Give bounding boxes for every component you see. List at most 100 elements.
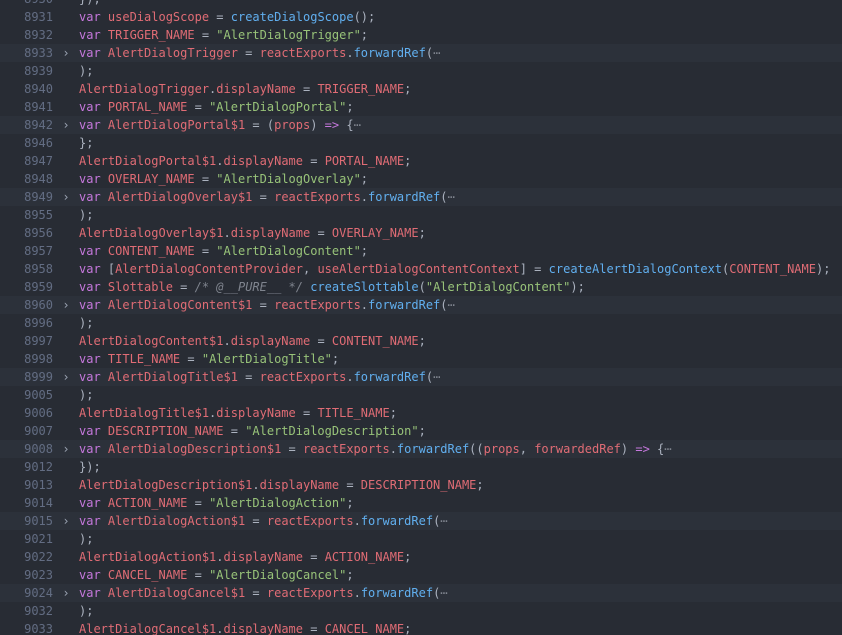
code-token: TRIGGER_NAME xyxy=(107,28,195,42)
code-line[interactable]: 8958 var [AlertDialogContentProvider, use… xyxy=(0,260,842,278)
code-line[interactable]: 8998 var TITLE_NAME = "AlertDialogTitle"; xyxy=(0,350,842,368)
code-line[interactable]: 9005); xyxy=(0,386,842,404)
code-token: = xyxy=(237,370,260,384)
code-line[interactable]: 8942 › var AlertDialogPortal$1 = (props) =… xyxy=(0,116,842,134)
code-token: AlertDialogContent$1 xyxy=(107,298,253,312)
line-number: 8941 xyxy=(24,100,53,114)
code-token: PORTAL_NAME xyxy=(324,154,405,168)
code-token: }); xyxy=(79,0,101,6)
code-text: AlertDialogCancel$1.displayName = CANCEL… xyxy=(79,620,411,635)
chevron-right-icon[interactable]: › xyxy=(60,368,72,386)
code-line[interactable]: 9022 AlertDialogAction$1.displayName = AC… xyxy=(0,548,842,566)
code-line[interactable]: 8932 var TRIGGER_NAME = "AlertDialogTrigg… xyxy=(0,26,842,44)
code-token: ); xyxy=(79,316,94,330)
code-text: var AlertDialogOverlay$1 = reactExports.… xyxy=(79,188,455,206)
code-token: useAlertDialogContentContext xyxy=(317,262,520,276)
code-line[interactable]: 9023 var CANCEL_NAME = "AlertDialogCancel… xyxy=(0,566,842,584)
code-text: AlertDialogOverlay$1.displayName = OVERL… xyxy=(79,224,426,242)
code-token: "AlertDialogCancel" xyxy=(209,568,347,582)
code-text: }; xyxy=(79,134,93,152)
chevron-right-icon[interactable]: › xyxy=(60,440,72,458)
code-line[interactable]: 8946}; xyxy=(0,134,842,152)
code-line[interactable]: 9008 › var AlertDialogDescription$1 = reac… xyxy=(0,440,842,458)
code-line[interactable]: 8940 AlertDialogTrigger.displayName = TRI… xyxy=(0,80,842,98)
code-token: . xyxy=(389,442,397,456)
chevron-right-icon[interactable]: › xyxy=(60,44,72,62)
chevron-right-icon[interactable]: › xyxy=(60,296,72,314)
code-line[interactable]: 8933 › var AlertDialogTrigger = reactExpor… xyxy=(0,44,842,62)
fold-ellipsis[interactable]: ⋯ xyxy=(664,442,671,456)
code-line[interactable]: 8941 var PORTAL_NAME = "AlertDialogPortal… xyxy=(0,98,842,116)
code-token: (( xyxy=(469,442,484,456)
code-token: . xyxy=(223,226,231,240)
code-token: props xyxy=(274,118,311,132)
code-line[interactable]: 9021); xyxy=(0,530,842,548)
code-token: ACTION_NAME xyxy=(324,550,405,564)
code-token: AlertDialogCancel$1 xyxy=(107,586,246,600)
chevron-right-icon[interactable]: › xyxy=(60,584,72,602)
fold-ellipsis[interactable]: ⋯ xyxy=(433,46,440,60)
code-token: Slottable xyxy=(107,280,173,294)
code-line[interactable]: 8959 var Slottable = /* @__PURE__ */ crea… xyxy=(0,278,842,296)
code-token: = xyxy=(209,10,231,24)
code-line[interactable]: 9012}); xyxy=(0,458,842,476)
code-text: var OVERLAY_NAME = "AlertDialogOverlay"; xyxy=(79,170,368,188)
code-text: var AlertDialogTitle$1 = reactExports.fo… xyxy=(79,368,440,386)
code-line[interactable]: 8960 › var AlertDialogContent$1 = reactExp… xyxy=(0,296,842,314)
code-line[interactable]: 8957 var CONTENT_NAME = "AlertDialogConte… xyxy=(0,242,842,260)
code-token: props xyxy=(483,442,520,456)
code-token: AlertDialogTrigger xyxy=(79,82,210,96)
code-token: = xyxy=(194,172,217,186)
line-number: 9006 xyxy=(24,406,53,420)
line-number: 8960 xyxy=(24,298,53,312)
code-token: = xyxy=(295,82,318,96)
code-token: var xyxy=(79,46,108,60)
code-line[interactable]: 8931 var useDialogScope = createDialogSco… xyxy=(0,8,842,26)
code-token: reactExports xyxy=(259,370,347,384)
code-line[interactable]: 8930}); xyxy=(0,0,842,8)
code-line[interactable]: 8956 AlertDialogOverlay$1.displayName = O… xyxy=(0,224,842,242)
code-token: ; xyxy=(404,154,412,168)
code-token: var xyxy=(79,244,108,258)
code-line[interactable]: 9024 › var AlertDialogCancel$1 = reactExpo… xyxy=(0,584,842,602)
code-line[interactable]: 9033 AlertDialogCancel$1.displayName = CA… xyxy=(0,620,842,635)
fold-ellipsis[interactable]: ⋯ xyxy=(433,370,440,384)
line-number: 8956 xyxy=(24,226,53,240)
code-line[interactable]: 8947 AlertDialogPortal$1.displayName = PO… xyxy=(0,152,842,170)
code-token: var xyxy=(79,100,108,114)
code-token: ; xyxy=(476,478,484,492)
code-line[interactable]: 9032); xyxy=(0,602,842,620)
fold-ellipsis[interactable]: ⋯ xyxy=(448,298,455,312)
code-line[interactable]: 9007 var DESCRIPTION_NAME = "AlertDialogD… xyxy=(0,422,842,440)
line-number: 9008 xyxy=(24,442,53,456)
fold-ellipsis[interactable]: ⋯ xyxy=(440,514,447,528)
chevron-right-icon[interactable]: › xyxy=(60,116,72,134)
code-line[interactable]: 9014 var ACTION_NAME = "AlertDialogAction… xyxy=(0,494,842,512)
code-line[interactable]: 8949 › var AlertDialogOverlay$1 = reactExp… xyxy=(0,188,842,206)
code-line[interactable]: 8997 AlertDialogContent$1.displayName = C… xyxy=(0,332,842,350)
fold-ellipsis[interactable]: ⋯ xyxy=(448,190,455,204)
code-token: AlertDialogContent$1 xyxy=(79,334,224,348)
fold-ellipsis[interactable]: ⋯ xyxy=(440,586,447,600)
code-line[interactable]: 9015 › var AlertDialogAction$1 = reactExpo… xyxy=(0,512,842,530)
code-token: AlertDialogAction$1 xyxy=(79,550,217,564)
code-line[interactable]: 8996); xyxy=(0,314,842,332)
fold-ellipsis[interactable]: ⋯ xyxy=(354,118,361,132)
code-token: = xyxy=(237,46,260,60)
code-line[interactable]: 8999 › var AlertDialogTitle$1 = reactExpor… xyxy=(0,368,842,386)
code-text: AlertDialogTrigger.displayName = TRIGGER… xyxy=(79,80,411,98)
code-line[interactable]: 9013 AlertDialogDescription$1.displayName… xyxy=(0,476,842,494)
code-editor[interactable]: 8930}); 8931 var useDialogScope = createDi… xyxy=(0,0,842,635)
chevron-right-icon[interactable]: › xyxy=(60,512,72,530)
code-line[interactable]: 8955); xyxy=(0,206,842,224)
code-line[interactable]: 8939); xyxy=(0,62,842,80)
code-line[interactable]: 8948 var OVERLAY_NAME = "AlertDialogOverl… xyxy=(0,170,842,188)
code-token: AlertDialogCancel$1 xyxy=(79,622,217,635)
code-token: ; xyxy=(360,244,369,258)
code-token: ( xyxy=(425,46,434,60)
line-number: 8933 xyxy=(24,46,53,60)
chevron-right-icon[interactable]: › xyxy=(60,188,72,206)
line-number: 8998 xyxy=(24,352,53,366)
code-line[interactable]: 9006 AlertDialogTitle$1.displayName = TIT… xyxy=(0,404,842,422)
code-text: AlertDialogContent$1.displayName = CONTE… xyxy=(79,332,426,350)
